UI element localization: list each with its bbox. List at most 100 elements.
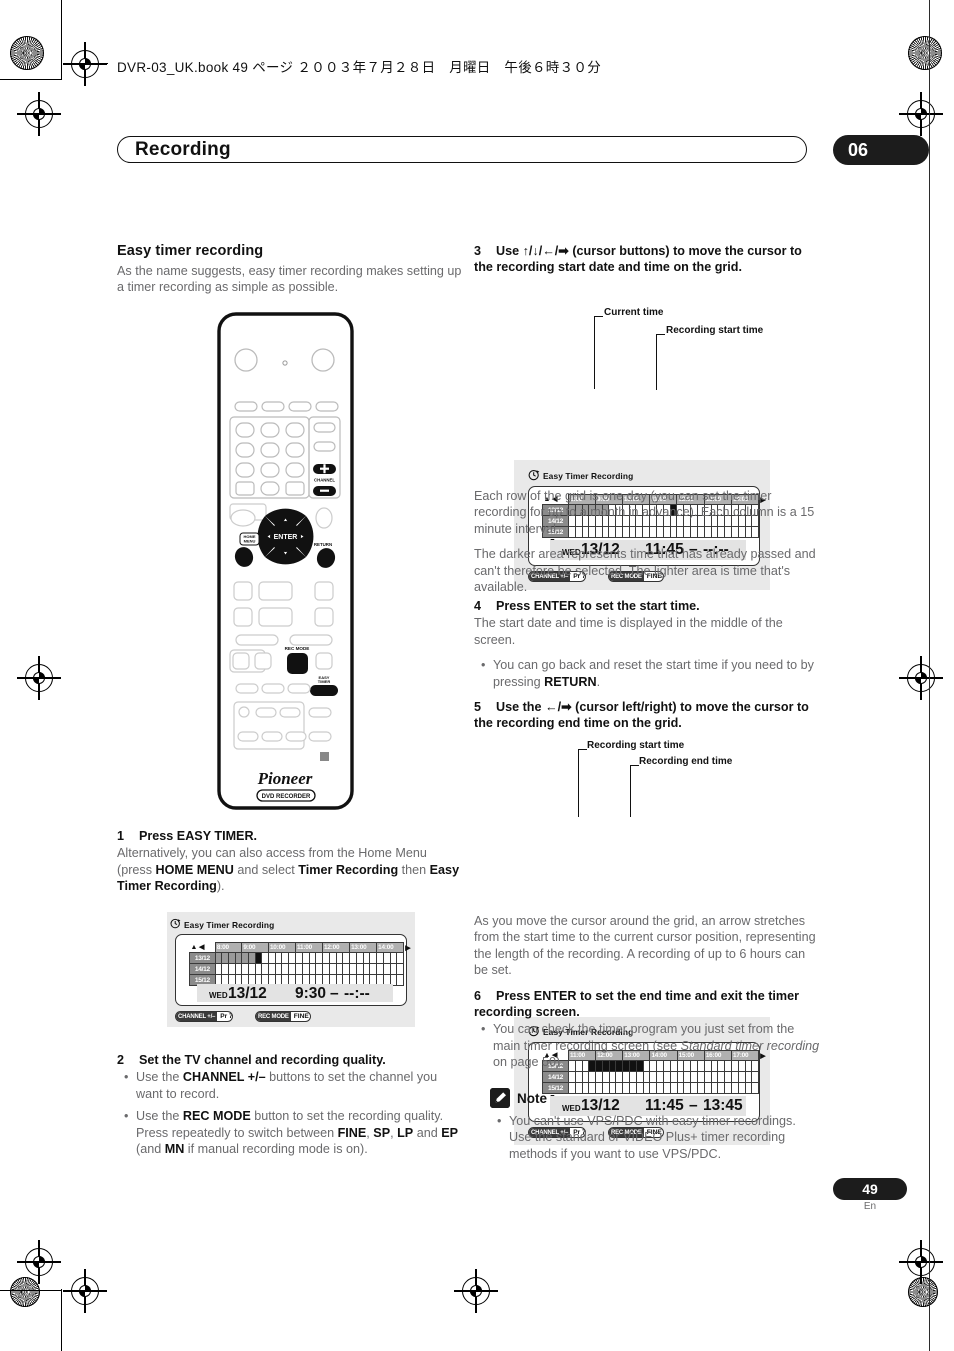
note-bullets: You can't use VPS/PDC with easy timer re…	[490, 1113, 820, 1162]
osd-grid-cell[interactable]	[369, 952, 378, 964]
osd-grid-cell[interactable]	[288, 952, 296, 964]
osd-grid-cell[interactable]	[281, 952, 290, 964]
callout-leader	[578, 749, 580, 817]
osd-grid-cell[interactable]	[295, 963, 303, 975]
callout-leader	[630, 765, 632, 817]
note-block: Note You can't use VPS/PDC with easy tim…	[490, 1086, 820, 1171]
osd-grid-cell[interactable]	[267, 952, 276, 964]
osd-grid-row-pad	[404, 975, 415, 986]
crop-mark	[0, 1290, 62, 1292]
osd-grid-cell[interactable]	[396, 963, 405, 975]
osd-grid-cell[interactable]	[301, 963, 310, 975]
section-heading: Easy timer recording	[117, 243, 264, 259]
osd-grid-cell[interactable]	[342, 963, 351, 975]
registration-rosette-bottom-right	[908, 1277, 938, 1307]
osd-grid-cell[interactable]	[369, 963, 378, 975]
osd-title: Easy Timer Recording	[184, 920, 275, 930]
osd-grid-cell[interactable]	[389, 952, 398, 964]
osd-grid-cell[interactable]	[288, 963, 296, 975]
osd-grid-scroll-right[interactable]: ▶	[404, 943, 415, 953]
osd-grid-cell[interactable]	[301, 952, 310, 964]
osd-grid-cell[interactable]	[349, 963, 357, 975]
osd-grid-cell[interactable]	[355, 963, 364, 975]
registration-target-left-upper	[17, 92, 61, 136]
registration-target-bottom-center	[454, 1269, 498, 1313]
osd-grid-cell[interactable]	[315, 963, 323, 975]
osd-grid-cell[interactable]	[214, 952, 223, 964]
remote-model-pill-label: DVD RECORDER	[262, 794, 311, 800]
page-number: 49	[862, 1181, 878, 1197]
osd-grid-cell[interactable]	[389, 963, 398, 975]
osd-grid-cell[interactable]	[376, 963, 384, 975]
osd-grid-cell[interactable]	[234, 963, 243, 975]
remote-enter-label: ENTER	[274, 534, 298, 541]
osd-grid-cell[interactable]	[274, 963, 283, 975]
osd-grid-cell[interactable]	[248, 963, 256, 975]
osd-grid-cell[interactable]	[342, 952, 351, 964]
osd-grid-cell[interactable]	[295, 952, 303, 964]
intro-paragraph: As the name suggests, easy timer recordi…	[117, 264, 462, 295]
osd-grid-cell[interactable]	[362, 963, 371, 975]
right-paragraphs-2: As you move the cursor around the grid, …	[474, 913, 822, 1080]
osd-grid-cell[interactable]	[396, 952, 405, 964]
osd-grid-cell[interactable]	[228, 963, 236, 975]
osd-grid-cell[interactable]	[214, 963, 223, 975]
osd-grid-cell[interactable]	[328, 963, 337, 975]
osd-grid-cell[interactable]	[349, 952, 357, 964]
osd-grid-cell[interactable]	[322, 952, 330, 964]
remote-rec-mode-label: REC MODE	[285, 646, 310, 651]
step-4-label: 4 Press ENTER to set the start time.	[474, 599, 700, 613]
step-6-bullets: You can check the timer program you just…	[474, 1021, 822, 1070]
osd-grid-cell[interactable]	[241, 952, 250, 964]
osd-grid-cell[interactable]	[221, 952, 230, 964]
osd-grid-cell[interactable]	[308, 952, 317, 964]
osd-grid-cell[interactable]	[396, 974, 405, 986]
registration-target-bottom-left	[63, 1269, 107, 1313]
osd-day-label: WED	[209, 991, 228, 1000]
osd-grid-cell[interactable]	[355, 952, 364, 964]
osd-channel-button[interactable]: CHANNEL +/– Pr 7	[175, 1011, 233, 1022]
osd-grid-cell[interactable]	[274, 952, 283, 964]
osd-grid-cell[interactable]	[228, 952, 236, 964]
osd-grid-scroll-arrows[interactable]: ▲ ◀	[190, 943, 216, 953]
left-column: Easy timer recording As the name suggest…	[117, 243, 465, 305]
note-header: Note	[490, 1088, 820, 1108]
left-step-1: 1 Press EASY TIMER. Alternatively, you ca…	[117, 828, 465, 904]
cursor-buttons-glyphs: ↑/↓/←/➡	[522, 244, 569, 258]
registration-target-left-lower	[17, 1240, 61, 1284]
osd-grid-cell[interactable]	[261, 952, 269, 964]
osd-grid-cell[interactable]	[241, 963, 250, 975]
osd-grid-cell[interactable]	[335, 952, 344, 964]
osd-grid-cell[interactable]	[254, 963, 263, 975]
osd-grid-cell[interactable]	[376, 952, 384, 964]
osd-grid-cell[interactable]	[315, 952, 323, 964]
osd-grid-cell[interactable]	[254, 952, 263, 964]
osd-recmode-button[interactable]: REC MODE FINE	[255, 1011, 311, 1022]
remote-brand-label: Pioneer	[257, 769, 313, 788]
step-2-bullet-1: Use the CHANNEL +/– buttons to set the c…	[124, 1069, 465, 1102]
registration-target-right-upper	[899, 92, 943, 136]
osd-grid-cell[interactable]	[248, 952, 256, 964]
osd-hour-label: 13:00	[349, 942, 378, 953]
crop-mark	[0, 79, 62, 81]
cursor-left-right-glyphs: ←/➡	[545, 700, 572, 715]
osd-hour-label: 11:00	[295, 942, 324, 953]
osd-grid-row[interactable]: 13/12	[189, 952, 415, 964]
osd-grid-cell[interactable]	[261, 963, 269, 975]
osd-grid-cell[interactable]	[322, 963, 330, 975]
osd-grid-cell[interactable]	[362, 952, 371, 964]
osd-grid-row[interactable]: 14/12	[189, 963, 415, 975]
osd-grid-cell[interactable]	[382, 952, 391, 964]
osd-grid-cell[interactable]	[308, 963, 317, 975]
callout-current-time: Current time	[604, 307, 664, 318]
osd-grid-cell[interactable]	[281, 963, 290, 975]
step-5-number: 5	[474, 700, 482, 715]
osd-grid-cell[interactable]	[382, 963, 391, 975]
osd-grid-cell[interactable]	[234, 952, 243, 964]
osd-time-grid[interactable]: ▲ ◀ 8:00 9:00 10:00 11:00 12:00 13:00 14:00 ▶ 13/…	[189, 942, 415, 986]
osd-grid-cell[interactable]	[335, 963, 344, 975]
osd-grid-cell[interactable]	[267, 963, 276, 975]
osd-grid-cell[interactable]	[221, 963, 230, 975]
osd-grid-cell[interactable]	[328, 952, 337, 964]
registration-target-left-middle	[17, 656, 61, 700]
